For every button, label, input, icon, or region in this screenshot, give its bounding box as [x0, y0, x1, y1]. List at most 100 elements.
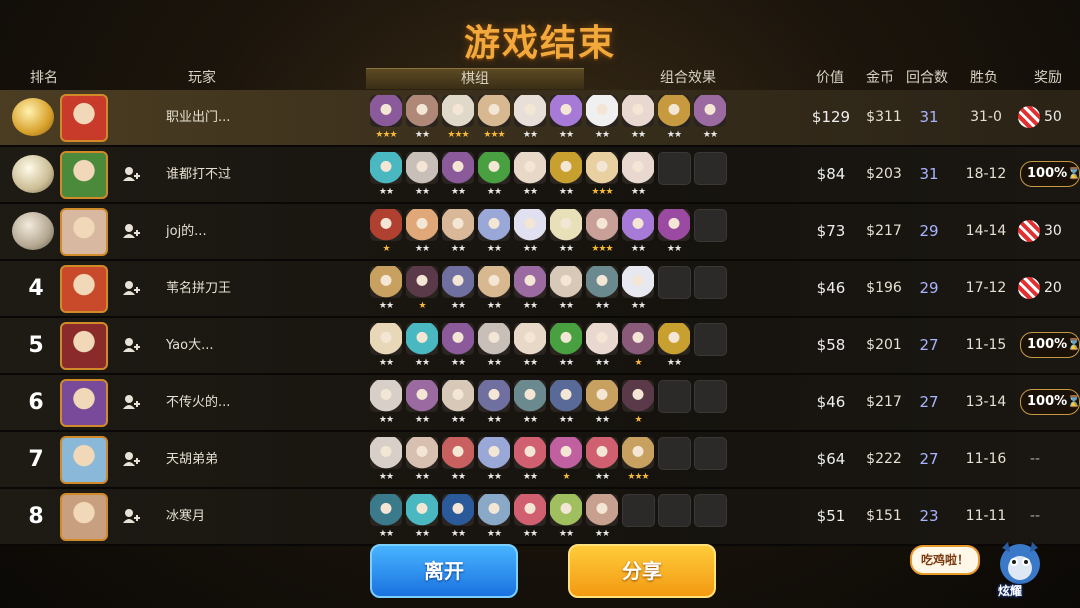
chess-piece-icon[interactable] — [442, 152, 474, 184]
chess-piece-icon[interactable] — [622, 437, 654, 469]
chess-piece-icon[interactable] — [406, 152, 438, 184]
player-name[interactable]: 谁都打不过 — [166, 147, 231, 202]
chess-piece-icon[interactable] — [514, 380, 546, 412]
chess-piece-icon[interactable] — [514, 323, 546, 355]
chess-piece-icon[interactable] — [514, 266, 546, 298]
add-friend-icon[interactable] — [122, 451, 140, 467]
add-friend-icon[interactable] — [122, 394, 140, 410]
chess-piece-icon[interactable] — [514, 95, 546, 127]
chess-piece-icon[interactable] — [370, 152, 402, 184]
add-friend-icon[interactable] — [122, 337, 140, 353]
chess-piece-icon[interactable] — [622, 152, 654, 184]
chess-piece-icon[interactable] — [442, 323, 474, 355]
chess-piece-icon[interactable] — [478, 152, 510, 184]
player-name[interactable]: 冰寒月 — [166, 489, 205, 544]
tab-combo[interactable]: 组合效果 — [660, 68, 716, 88]
chess-piece-icon[interactable] — [550, 95, 582, 127]
avatar[interactable] — [60, 94, 108, 142]
chess-piece-icon[interactable] — [442, 95, 474, 127]
player-name[interactable]: Yao大... — [166, 318, 213, 373]
chess-piece-icon[interactable] — [406, 380, 438, 412]
chess-piece-icon[interactable] — [478, 380, 510, 412]
chess-piece-icon[interactable] — [586, 380, 618, 412]
chess-piece-icon[interactable] — [586, 266, 618, 298]
avatar[interactable] — [60, 208, 108, 256]
add-friend-icon[interactable] — [122, 166, 140, 182]
chess-piece-icon[interactable] — [478, 437, 510, 469]
chess-piece-icon[interactable] — [622, 323, 654, 355]
share-button[interactable]: 分享 — [568, 544, 716, 598]
player-name[interactable]: 不传火的... — [166, 375, 230, 430]
chess-piece-icon[interactable] — [622, 266, 654, 298]
chess-piece-icon[interactable] — [442, 437, 474, 469]
chess-piece-icon[interactable] — [586, 437, 618, 469]
chess-piece-icon[interactable] — [370, 209, 402, 241]
chess-piece-icon[interactable] — [406, 266, 438, 298]
chess-piece-icon[interactable] — [406, 494, 438, 526]
chess-piece-icon[interactable] — [370, 437, 402, 469]
chess-piece-icon[interactable] — [550, 152, 582, 184]
avatar[interactable] — [60, 379, 108, 427]
chess-piece-icon[interactable] — [370, 380, 402, 412]
chess-piece-icon[interactable] — [478, 323, 510, 355]
player-name[interactable]: 职业出门... — [166, 90, 230, 145]
chess-piece-icon[interactable] — [406, 95, 438, 127]
avatar[interactable] — [60, 493, 108, 541]
chess-piece-icon[interactable] — [370, 494, 402, 526]
player-name[interactable]: 苇名拼刀王 — [166, 261, 231, 316]
star-level: ★★ — [378, 187, 394, 197]
add-friend-icon[interactable] — [122, 508, 140, 524]
add-friend-icon[interactable] — [122, 280, 140, 296]
chess-piece-icon[interactable] — [370, 266, 402, 298]
add-friend-icon[interactable] — [122, 223, 140, 239]
chess-piece-icon[interactable] — [370, 323, 402, 355]
chess-piece-icon[interactable] — [658, 323, 690, 355]
chess-piece-icon[interactable] — [550, 209, 582, 241]
chess-piece-icon[interactable] — [442, 209, 474, 241]
empty-slot — [694, 323, 727, 356]
chess-piece-icon[interactable] — [442, 380, 474, 412]
chess-piece-icon[interactable] — [442, 266, 474, 298]
chess-piece-icon[interactable] — [406, 209, 438, 241]
chess-piece-icon[interactable] — [478, 494, 510, 526]
chess-piece-icon[interactable] — [586, 209, 618, 241]
chess-piece-icon[interactable] — [514, 209, 546, 241]
chess-piece-icon[interactable] — [622, 209, 654, 241]
chess-piece-icon[interactable] — [586, 95, 618, 127]
show-off-button[interactable]: 炫耀 — [992, 540, 1048, 600]
chess-piece-icon[interactable] — [550, 266, 582, 298]
chess-piece-icon[interactable] — [622, 380, 654, 412]
chess-piece-icon[interactable] — [586, 494, 618, 526]
player-name[interactable]: joj的... — [166, 204, 207, 259]
chess-piece-icon[interactable] — [406, 437, 438, 469]
chess-piece-icon[interactable] — [658, 209, 690, 241]
empty-slot — [694, 152, 727, 185]
avatar[interactable] — [60, 322, 108, 370]
chess-piece-icon[interactable] — [550, 494, 582, 526]
chess-piece-icon[interactable] — [514, 494, 546, 526]
leave-button[interactable]: 离开 — [370, 544, 518, 598]
chess-piece-icon[interactable] — [442, 494, 474, 526]
chess-piece-icon[interactable] — [550, 437, 582, 469]
chess-piece-icon[interactable] — [550, 323, 582, 355]
rounds-cell: 23 — [919, 507, 939, 525]
avatar[interactable] — [60, 436, 108, 484]
chess-piece-icon[interactable] — [514, 152, 546, 184]
chess-piece-icon[interactable] — [478, 95, 510, 127]
chess-piece-icon[interactable] — [478, 266, 510, 298]
chess-piece-icon[interactable] — [622, 95, 654, 127]
chess-piece-icon[interactable] — [370, 95, 402, 127]
tab-pieces[interactable]: 棋组 — [366, 68, 584, 89]
reward-cell: 30 — [1018, 217, 1078, 245]
chess-piece-icon[interactable] — [586, 323, 618, 355]
chess-piece-icon[interactable] — [478, 209, 510, 241]
player-name[interactable]: 天胡弟弟 — [166, 432, 218, 487]
chess-piece-icon[interactable] — [658, 95, 690, 127]
chess-piece-icon[interactable] — [550, 380, 582, 412]
avatar[interactable] — [60, 151, 108, 199]
chess-piece-icon[interactable] — [514, 437, 546, 469]
chess-piece-icon[interactable] — [694, 95, 726, 127]
chess-piece-icon[interactable] — [586, 152, 618, 184]
avatar[interactable] — [60, 265, 108, 313]
chess-piece-icon[interactable] — [406, 323, 438, 355]
